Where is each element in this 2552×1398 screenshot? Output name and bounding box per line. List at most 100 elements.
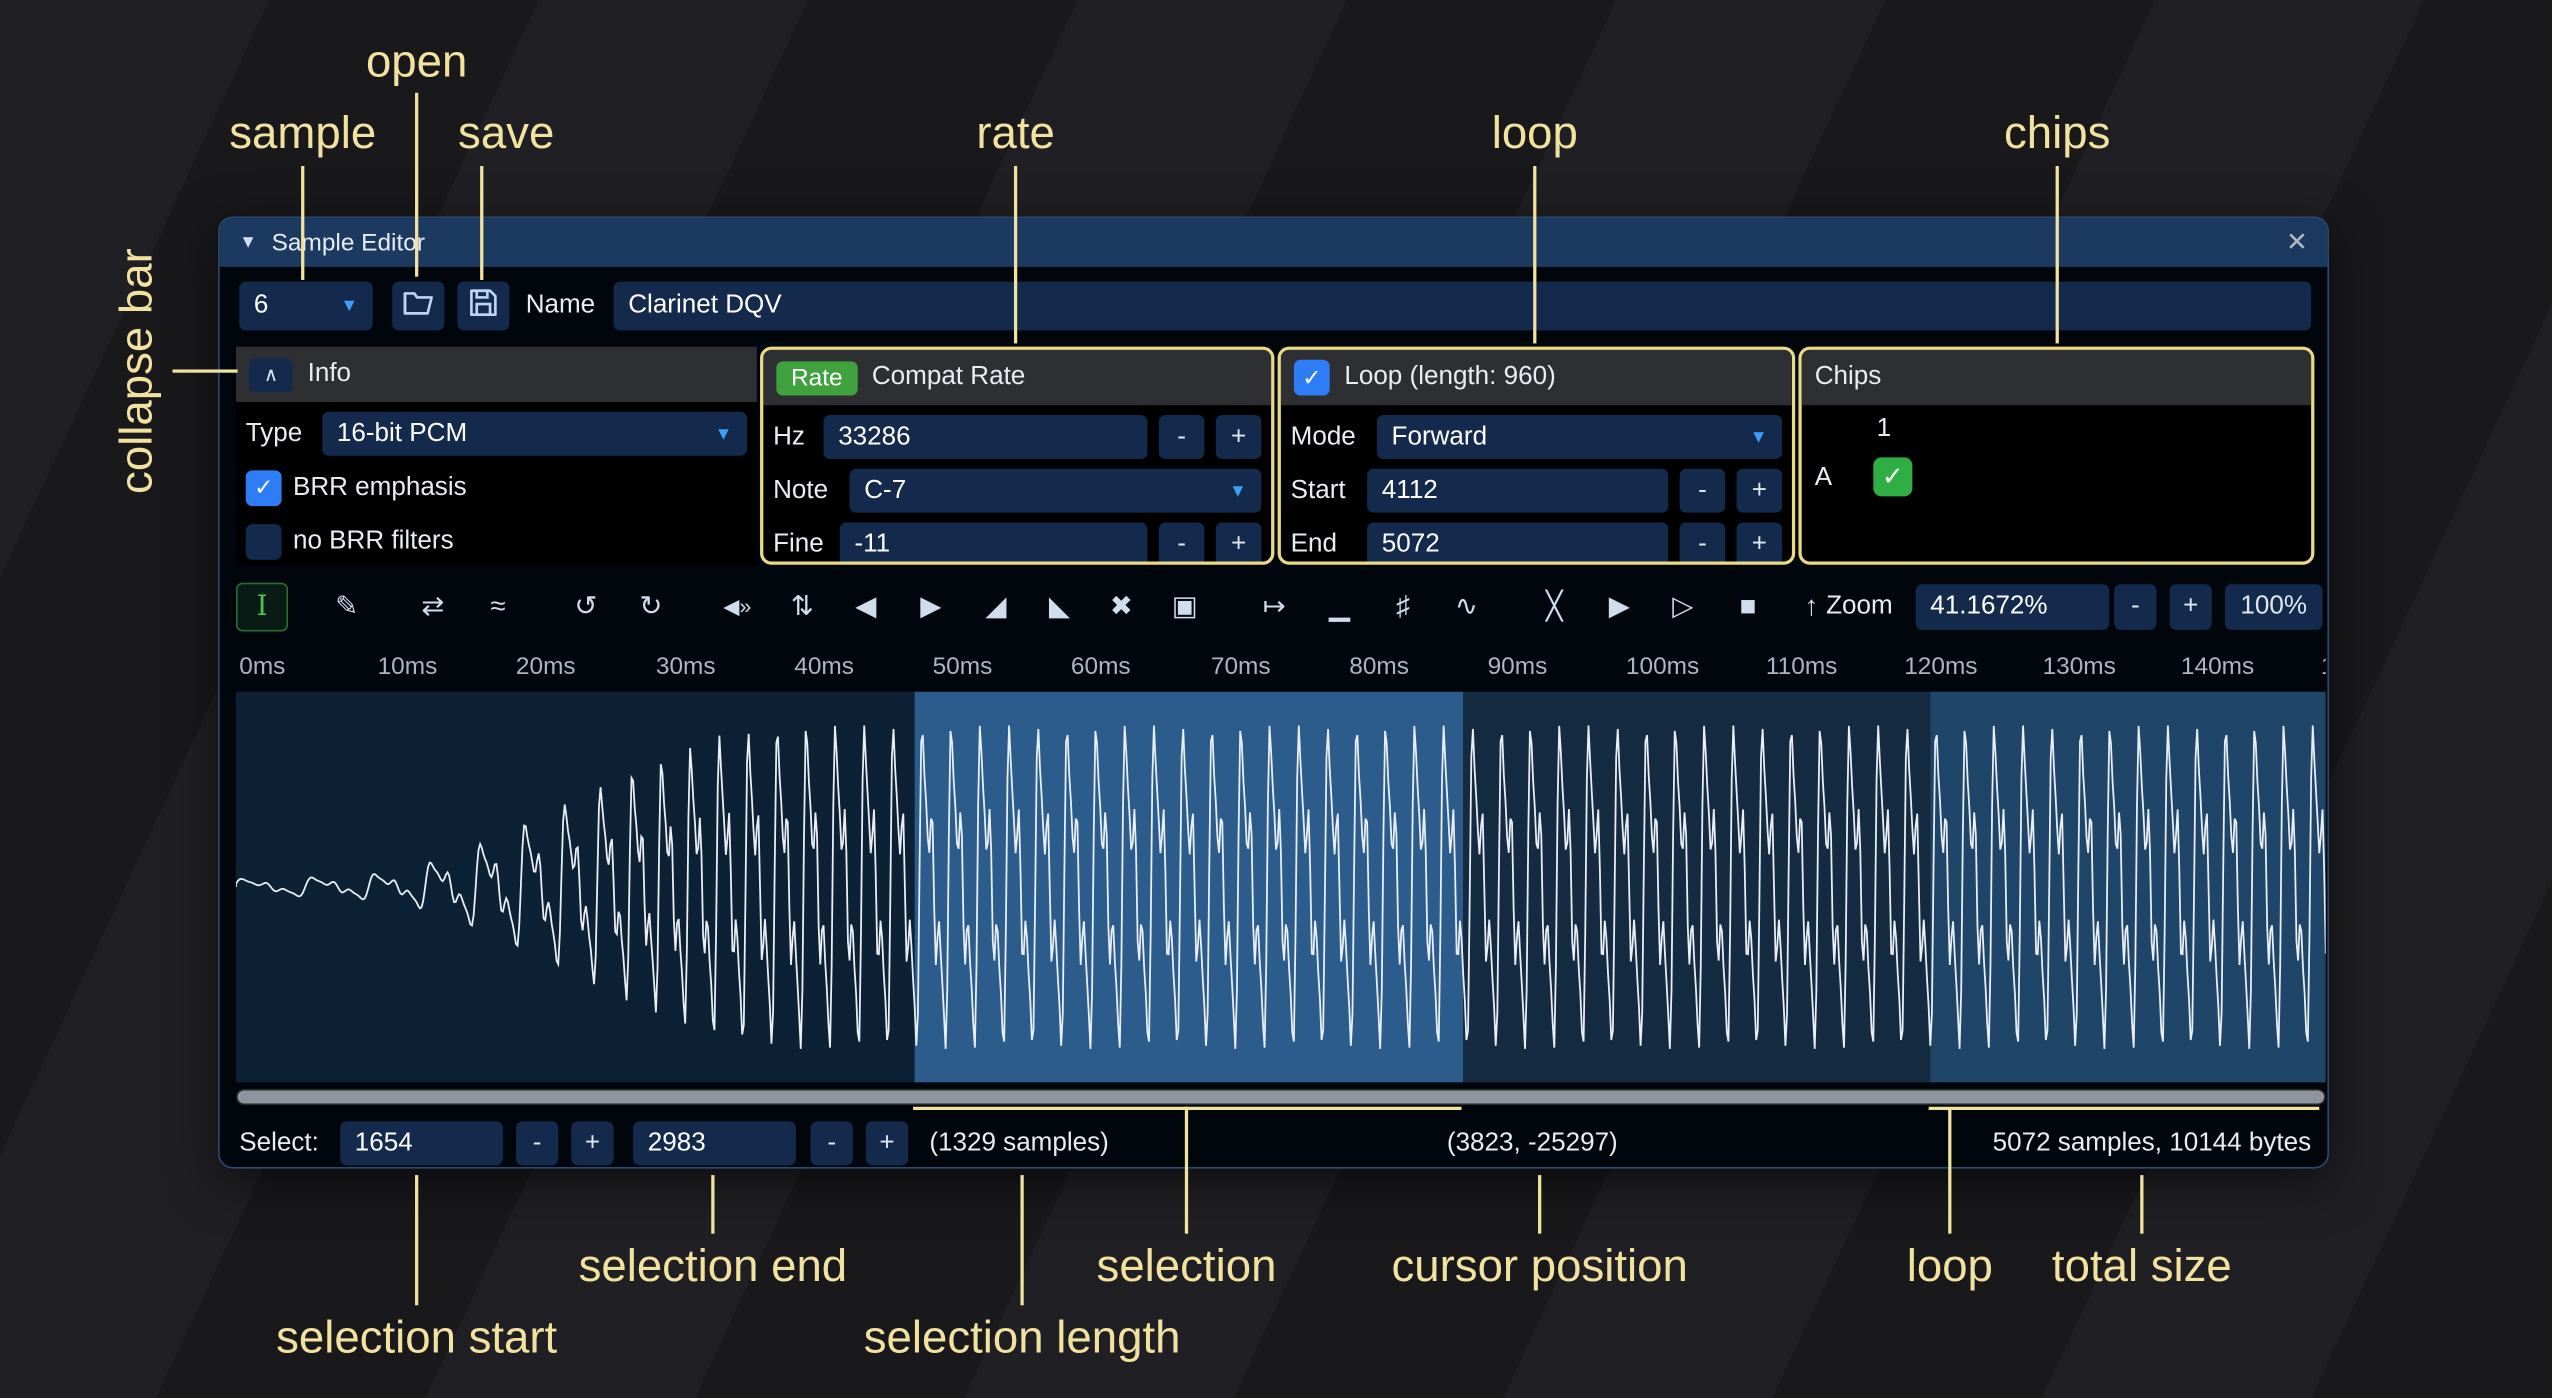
- selection-end-input[interactable]: 2983: [633, 1121, 796, 1165]
- zoom-out-button[interactable]: -: [2114, 584, 2156, 630]
- hz-increase-button[interactable]: +: [1216, 415, 1262, 459]
- loop-start-increase-button[interactable]: +: [1737, 469, 1783, 513]
- selection-end-value: 2983: [648, 1129, 706, 1158]
- chip-enable-checkbox[interactable]: ✓: [1873, 457, 1912, 496]
- timeline-label: 90ms: [1488, 653, 1548, 681]
- annotation-line-open: [415, 93, 418, 277]
- timeline-label: 40ms: [794, 653, 854, 681]
- chevron-down-icon: ▼: [1229, 481, 1247, 501]
- window-collapse-icon[interactable]: ▼: [239, 233, 257, 253]
- check-icon: ✓: [1882, 461, 1904, 494]
- close-icon[interactable]: ✕: [2286, 226, 2308, 259]
- scrollbar-thumb[interactable]: [238, 1090, 2325, 1103]
- annotation-line-selection-length: [1020, 1175, 1023, 1305]
- pitch-button[interactable]: ♯: [1377, 583, 1429, 632]
- preview-button[interactable]: ▷: [1657, 583, 1709, 632]
- sample-selector[interactable]: 6 ▼: [239, 282, 372, 331]
- type-dropdown[interactable]: 16-bit PCM ▼: [322, 412, 747, 456]
- selection-start-input[interactable]: 1654: [340, 1121, 503, 1165]
- stop-button[interactable]: ■: [1722, 583, 1774, 632]
- insert-silence-button[interactable]: ↦: [1248, 583, 1300, 632]
- undo-button[interactable]: ↺: [560, 583, 612, 632]
- crossfade-button[interactable]: ╳: [1528, 583, 1580, 632]
- chip-number: 1: [1877, 415, 1891, 444]
- loop-start-input[interactable]: 4112: [1367, 469, 1668, 513]
- check-icon: ✓: [1302, 364, 1321, 392]
- chevron-down-icon: ▼: [340, 296, 358, 316]
- hz-decrease-button[interactable]: -: [1159, 415, 1205, 459]
- note-dropdown[interactable]: C-7 ▼: [850, 469, 1262, 513]
- loop-end-decrease-button[interactable]: -: [1680, 522, 1726, 564]
- window-titlebar[interactable]: ▼ Sample Editor ✕: [220, 218, 2328, 267]
- selection-end-increase-button[interactable]: +: [866, 1121, 908, 1165]
- resample-button[interactable]: ≈: [472, 583, 524, 632]
- loop-end-increase-button[interactable]: +: [1737, 522, 1783, 564]
- rate-badge: Rate: [776, 361, 857, 395]
- play-button[interactable]: ▶: [1593, 583, 1645, 632]
- fine-increase-button[interactable]: +: [1216, 522, 1262, 564]
- timeline-ruler[interactable]: 0ms 10ms 20ms 30ms 40ms 50ms 60ms 70ms 8…: [236, 649, 2326, 688]
- timeline-label: 140ms: [2181, 653, 2254, 681]
- annotation-line-collapse-bar: [173, 369, 238, 372]
- annotation-line-cursor-position: [1538, 1175, 1541, 1234]
- loop-enable-checkbox[interactable]: ✓: [1294, 360, 1330, 396]
- delete-icon: ✖: [1110, 591, 1133, 624]
- annotation-rate: rate: [976, 107, 1055, 159]
- window-title: Sample Editor: [272, 229, 425, 257]
- invert-button[interactable]: ▶: [905, 583, 957, 632]
- draw-tool[interactable]: ✎: [321, 583, 373, 632]
- horizontal-scrollbar[interactable]: [236, 1089, 2326, 1105]
- select-tool[interactable]: I: [236, 583, 288, 632]
- amplify-button[interactable]: ◀»: [711, 583, 763, 632]
- loop-panel-header: ✓ Loop (length: 960): [1281, 350, 1792, 405]
- select-label: Select:: [239, 1121, 319, 1167]
- fine-decrease-button[interactable]: -: [1159, 522, 1205, 564]
- timeline-label: 150ms: [2321, 653, 2326, 681]
- loop-start-decrease-button[interactable]: -: [1680, 469, 1726, 513]
- check-icon: ✓: [254, 474, 273, 502]
- brr-emphasis-checkbox[interactable]: ✓: [246, 470, 282, 506]
- loop-mode-label: Mode: [1291, 422, 1366, 451]
- hz-input[interactable]: 33286: [824, 415, 1148, 459]
- normalize-icon: ⇅: [791, 591, 814, 624]
- type-dropdown-value: 16-bit PCM: [337, 419, 467, 448]
- annotation-sample: sample: [229, 107, 376, 159]
- annotation-save: save: [458, 107, 554, 159]
- reverse-button[interactable]: ◀: [840, 583, 892, 632]
- zoom-reset-button[interactable]: 100%: [2225, 584, 2323, 630]
- normalize-button[interactable]: ⇅: [776, 583, 828, 632]
- chevron-down-icon: ▼: [715, 424, 733, 444]
- redo-button[interactable]: ↻: [625, 583, 677, 632]
- loop-mode-dropdown[interactable]: Forward ▼: [1377, 415, 1782, 459]
- zoom-in-button[interactable]: +: [2170, 584, 2212, 630]
- no-brr-filters-checkbox[interactable]: [246, 523, 282, 559]
- fine-input[interactable]: -11: [840, 522, 1148, 564]
- filter-button[interactable]: ∿: [1440, 583, 1492, 632]
- rate-panel-header: Rate Compat Rate: [763, 350, 1271, 405]
- zoom-input[interactable]: 41.1672%: [1916, 584, 2110, 630]
- selection-end-decrease-button[interactable]: -: [811, 1121, 853, 1165]
- rate-panel-title: Compat Rate: [872, 363, 1025, 392]
- save-button[interactable]: [457, 282, 509, 331]
- selection-start-increase-button[interactable]: +: [571, 1121, 613, 1165]
- fade-in-button[interactable]: ◢: [970, 583, 1022, 632]
- collapse-bar-button[interactable]: ∧: [249, 357, 293, 391]
- annotation-cursor-position: cursor position: [1391, 1240, 1687, 1292]
- delete-button[interactable]: ✖: [1095, 583, 1147, 632]
- loop-end-label: End: [1291, 530, 1356, 559]
- open-button[interactable]: [392, 282, 444, 331]
- annotation-selection-end: selection end: [579, 1240, 848, 1292]
- resize-button[interactable]: ⇄: [407, 583, 459, 632]
- rate-panel: Rate Compat Rate Hz 33286 - + Note C-7 ▼…: [760, 347, 1274, 565]
- annotation-line-chips: [2056, 166, 2059, 343]
- pitch-icon: ♯: [1396, 591, 1410, 624]
- selection-start-decrease-button[interactable]: -: [516, 1121, 558, 1165]
- trim-button[interactable]: ▣: [1159, 583, 1211, 632]
- fade-out-button[interactable]: ◣: [1033, 583, 1085, 632]
- apply-silence-button[interactable]: ▁: [1313, 583, 1365, 632]
- silence-icon: ▁: [1329, 591, 1350, 624]
- waveform-display[interactable]: [236, 692, 2326, 1083]
- stop-icon: ■: [1740, 591, 1757, 624]
- loop-end-input[interactable]: 5072: [1367, 522, 1668, 564]
- fine-value: -11: [854, 530, 890, 559]
